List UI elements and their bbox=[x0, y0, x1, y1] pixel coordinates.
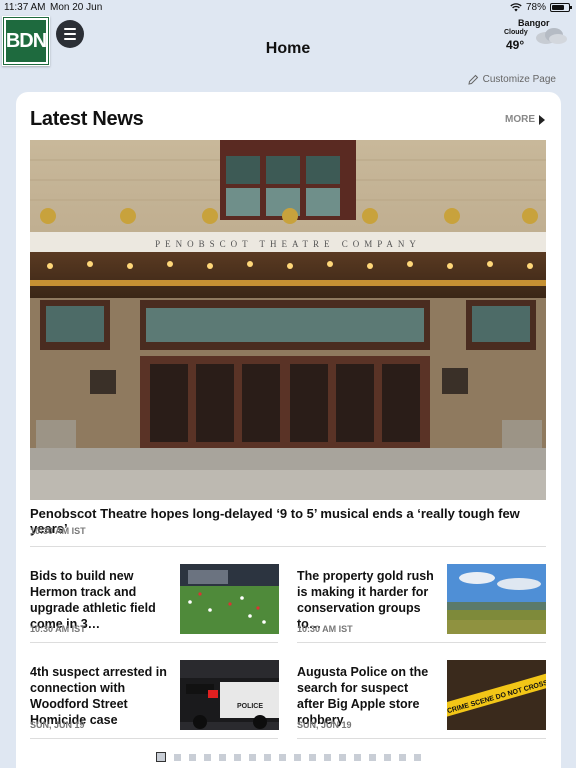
page-dot-active[interactable] bbox=[155, 752, 166, 762]
landscape-photo bbox=[447, 564, 546, 634]
divider bbox=[30, 738, 278, 739]
story-thumbnail bbox=[180, 564, 279, 634]
weather-condition: Cloudy bbox=[504, 29, 528, 36]
hamburger-icon-line bbox=[64, 33, 76, 35]
more-button[interactable]: MORE bbox=[505, 114, 545, 125]
page-dot[interactable] bbox=[188, 753, 196, 761]
hamburger-icon-line bbox=[64, 28, 76, 30]
weather-widget[interactable]: Bangor Cloudy 49° bbox=[504, 18, 570, 58]
police-car-text: POLICE bbox=[237, 703, 263, 710]
latest-news-card: Latest News MORE PENOBSCOT THEATRE COMPA… bbox=[16, 92, 561, 768]
story-headline: Bids to build new Hermon track and upgra… bbox=[30, 569, 156, 631]
pencil-icon bbox=[467, 74, 478, 85]
hamburger-icon-line bbox=[64, 38, 76, 40]
page-dot[interactable] bbox=[413, 753, 421, 761]
menu-button[interactable] bbox=[56, 20, 84, 48]
cloud-icon bbox=[536, 28, 567, 44]
story-headline: 4th suspect arrested in connection with … bbox=[30, 665, 167, 727]
page-dot[interactable] bbox=[383, 753, 391, 761]
story-card[interactable]: Bids to build new Hermon track and upgra… bbox=[30, 564, 280, 638]
page-dot[interactable] bbox=[308, 753, 316, 761]
weather-temp: 49° bbox=[506, 38, 525, 52]
hero-timestamp: 10:30 AM IST bbox=[30, 526, 86, 536]
page-dot[interactable] bbox=[323, 753, 331, 761]
hero-headline[interactable]: Penobscot Theatre hopes long-delayed ‘9 … bbox=[30, 506, 546, 536]
story-thumbnail: POLICE bbox=[180, 660, 279, 730]
status-time: 11:37 AM bbox=[4, 2, 46, 13]
logo-text: BDN bbox=[3, 17, 49, 65]
bdn-logo[interactable]: BDN bbox=[2, 16, 50, 66]
page-dot[interactable] bbox=[233, 753, 241, 761]
page-dot[interactable] bbox=[293, 753, 301, 761]
divider bbox=[30, 642, 278, 643]
story-headline: Augusta Police on the search for suspect… bbox=[297, 665, 429, 727]
divider bbox=[297, 738, 546, 739]
customize-label: Customize Page bbox=[482, 74, 556, 85]
story-card[interactable]: 4th suspect arrested in connection with … bbox=[30, 660, 280, 734]
page-indicator[interactable] bbox=[0, 751, 576, 763]
page-dot[interactable] bbox=[218, 753, 226, 761]
page-dot[interactable] bbox=[278, 753, 286, 761]
battery-icon bbox=[550, 3, 572, 12]
story-headline: The property gold rush is making it hard… bbox=[297, 569, 434, 631]
athletic-field-photo bbox=[180, 564, 279, 634]
page-title: Home bbox=[265, 40, 311, 57]
police-car-photo: POLICE bbox=[180, 660, 279, 730]
divider bbox=[297, 642, 546, 643]
theatre-sign-text: PENOBSCOT THEATRE COMPANY bbox=[155, 239, 421, 249]
story-timestamp: SUN, JUN 19 bbox=[297, 720, 352, 730]
status-right: 78% bbox=[510, 2, 572, 13]
story-card[interactable]: Augusta Police on the search for suspect… bbox=[297, 660, 547, 734]
page-dot[interactable] bbox=[203, 753, 211, 761]
page-dot[interactable] bbox=[263, 753, 271, 761]
divider bbox=[30, 546, 546, 547]
play-arrow-icon bbox=[539, 114, 545, 125]
hero-image[interactable]: PENOBSCOT THEATRE COMPANY bbox=[30, 140, 546, 500]
page-dot[interactable] bbox=[353, 753, 361, 761]
battery-fill bbox=[552, 5, 564, 10]
more-label: MORE bbox=[505, 114, 535, 125]
customize-page-link[interactable]: Customize Page bbox=[467, 74, 556, 85]
page-dot[interactable] bbox=[173, 753, 181, 761]
wifi-icon bbox=[510, 3, 522, 12]
crime-tape-photo: CRIME SCENE DO NOT CROSS bbox=[447, 660, 546, 730]
story-timestamp: 10:30 AM IST bbox=[30, 624, 86, 634]
status-date: Mon 20 Jun bbox=[50, 2, 103, 13]
battery-percent: 78% bbox=[525, 2, 546, 13]
page-dot[interactable] bbox=[398, 753, 406, 761]
theatre-photo: PENOBSCOT THEATRE COMPANY bbox=[30, 140, 546, 500]
section-title: Latest News bbox=[30, 108, 144, 130]
story-thumbnail bbox=[447, 564, 546, 634]
page-dot[interactable] bbox=[368, 753, 376, 761]
story-timestamp: SUN, JUN 19 bbox=[30, 720, 85, 730]
nav-bar: Home bbox=[0, 16, 576, 64]
status-bar: 11:37 AM Mon 20 Jun 78% bbox=[0, 0, 576, 16]
story-card[interactable]: The property gold rush is making it hard… bbox=[297, 564, 547, 638]
story-timestamp: 10:30 AM IST bbox=[297, 624, 353, 634]
page-dot[interactable] bbox=[338, 753, 346, 761]
page-dot[interactable] bbox=[248, 753, 256, 761]
story-thumbnail: CRIME SCENE DO NOT CROSS bbox=[447, 660, 546, 730]
